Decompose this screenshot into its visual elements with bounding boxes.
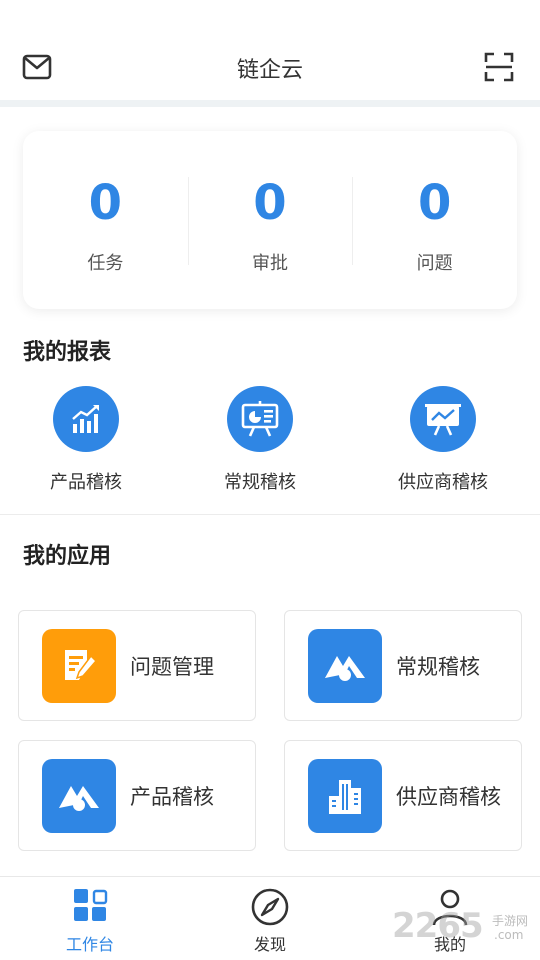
stat-issues[interactable]: 0 问题 [352, 131, 517, 309]
scan-icon[interactable] [484, 52, 514, 82]
tab-discover[interactable]: 发现 [210, 887, 330, 955]
section-divider [0, 514, 540, 515]
stats-card: 0 任务 0 审批 0 问题 [23, 131, 517, 309]
watermark-logo: 2265 [392, 906, 484, 946]
report-label: 供应商稽核 [398, 472, 488, 493]
tab-workbench[interactable]: 工作台 [30, 887, 150, 955]
stat-tasks[interactable]: 0 任务 [23, 131, 188, 309]
stat-value: 0 [253, 175, 287, 231]
buildings-icon [308, 758, 382, 833]
presentation-board-icon [227, 386, 293, 452]
compass-icon [251, 888, 289, 926]
grid-icon [74, 889, 108, 921]
app-label: 常规稽核 [396, 654, 480, 679]
page-title: 链企云 [236, 58, 303, 83]
mountain-logo-icon [308, 628, 382, 703]
stat-label: 审批 [252, 253, 288, 274]
app-issue-management[interactable]: 问题管理 [18, 610, 256, 721]
report-product-audit[interactable]: 产品稽核 [6, 386, 166, 494]
report-label: 产品稽核 [50, 472, 122, 493]
tab-label: 工作台 [65, 935, 114, 954]
app-supplier-audit[interactable]: 供应商稽核 [284, 740, 522, 851]
report-supplier-audit[interactable]: 供应商稽核 [363, 386, 523, 494]
trend-board-icon [410, 386, 476, 452]
watermark-domain: .com [494, 928, 524, 942]
stat-label: 任务 [87, 253, 124, 274]
app-label: 供应商稽核 [396, 784, 501, 809]
tab-label: 发现 [253, 935, 286, 954]
stat-label: 问题 [416, 253, 453, 274]
app-product-audit[interactable]: 产品稽核 [18, 740, 256, 851]
edit-note-icon [42, 628, 116, 703]
report-regular-audit[interactable]: 常规稽核 [180, 386, 340, 494]
app-label: 问题管理 [130, 654, 214, 679]
stat-value: 0 [417, 175, 452, 231]
reports-section-title: 我的报表 [23, 340, 112, 365]
bar-chart-icon [53, 386, 119, 452]
stat-value: 0 [88, 175, 123, 231]
app-regular-audit[interactable]: 常规稽核 [284, 610, 522, 721]
mountain-logo-icon [42, 758, 116, 833]
report-label: 常规稽核 [224, 472, 296, 493]
apps-section-title: 我的应用 [23, 544, 112, 569]
stat-approvals[interactable]: 0 审批 [187, 131, 353, 309]
reports-grid: 产品稽核 常规稽核 供应商稽核 [0, 386, 540, 496]
header-divider [0, 100, 540, 107]
watermark-sub: 手游网 [492, 914, 529, 928]
top-bar: 链企云 [0, 0, 540, 102]
app-label: 产品稽核 [130, 784, 214, 809]
